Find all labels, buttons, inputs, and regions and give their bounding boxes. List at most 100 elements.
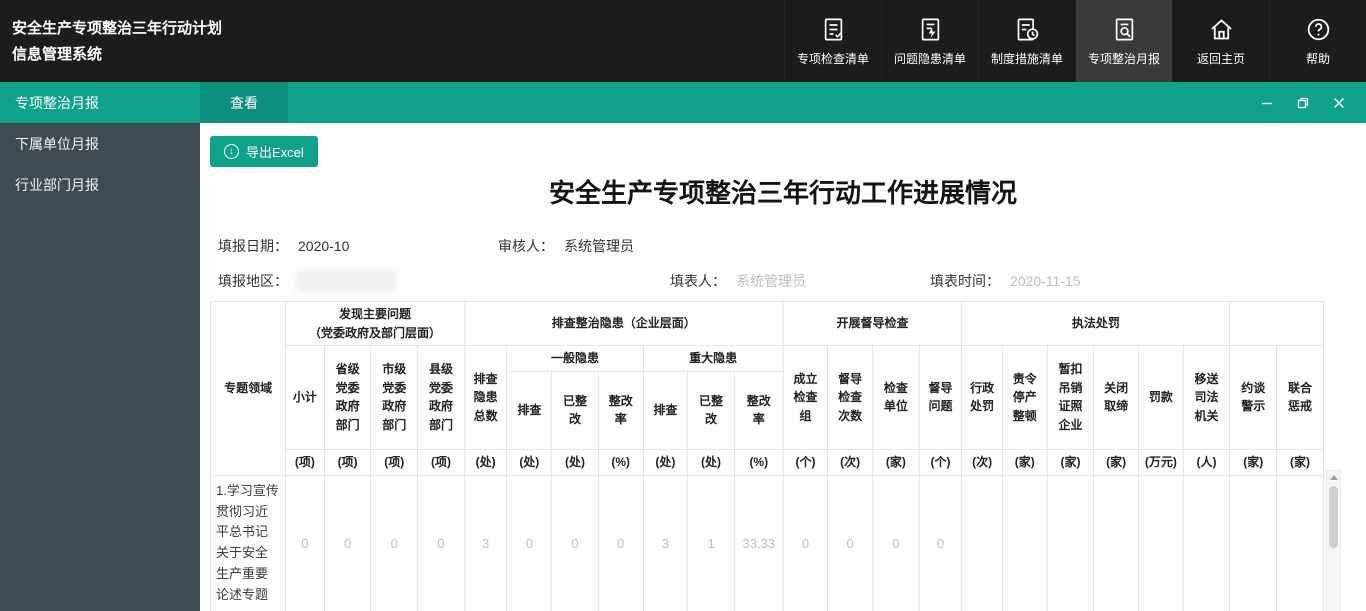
sidebar-item-1[interactable]: 下属单位月报 (0, 123, 200, 164)
column-header: (处) (507, 449, 552, 475)
column-header: 联合 惩戒 (1277, 346, 1324, 450)
export-excel-button[interactable]: ↓ 导出Excel (210, 136, 318, 167)
restore-button[interactable] (1292, 92, 1314, 114)
value-cell: 0 (324, 475, 371, 611)
column-header: 已整 改 (552, 371, 599, 449)
column-header: 发现主要问题 （党委政府及部门层面） (286, 302, 465, 346)
region-value-redacted (298, 273, 393, 289)
column-header: (次) (962, 449, 1003, 475)
column-header: (家) (1230, 449, 1277, 475)
table-header-row: 小计省级 党委 政府 部门市级 党委 政府 部门县级 党委 政府 部门排查 隐患… (211, 346, 1324, 372)
column-header: 排查 (507, 371, 552, 449)
close-button[interactable] (1328, 92, 1350, 114)
fill-time-label: 填表时间： (930, 273, 1000, 289)
filler-field: 填表人：系统管理员 (670, 271, 806, 291)
column-header: 罚款 (1139, 346, 1184, 450)
restore-icon (1296, 96, 1310, 110)
column-header: 排查整治隐患（企业层面） (464, 302, 783, 346)
auditor-field: 审核人：系统管理员 (498, 236, 634, 256)
meta-row-2: 填报地区： 填表人：系统管理员 填表时间： 2020-11-15 (200, 271, 1366, 291)
topic-area-cell: 1.学习宣传贯彻习近平总书记关于安全生产重要论述专题 (211, 475, 286, 611)
column-header: 检查 单位 (873, 346, 920, 450)
column-header: 约谈 警示 (1230, 346, 1277, 450)
scrollbar-thumb[interactable] (1329, 486, 1338, 548)
column-header: 督导 检查 次数 (828, 346, 873, 450)
nav-item-1[interactable]: 问题隐患清单 (881, 0, 978, 82)
table-scrollbar[interactable] (1326, 470, 1341, 611)
value-cell: 3 (643, 475, 688, 611)
sidebar: 专项整治月报下属单位月报行业部门月报 (0, 82, 200, 611)
column-header: 移送 司法 机关 (1183, 346, 1230, 450)
value-cell: 0 (552, 475, 599, 611)
value-cell: 0 (873, 475, 920, 611)
doc-check-icon (820, 16, 847, 43)
value-cell: 0 (828, 475, 873, 611)
value-cell: 33.33 (734, 475, 783, 611)
tab-view[interactable]: 查看 (200, 82, 288, 123)
nav-item-4[interactable]: 返回主页 (1172, 0, 1269, 82)
minimize-icon (1260, 96, 1274, 110)
column-header: (项) (371, 449, 418, 475)
fill-time-value: 2020-11-15 (1010, 273, 1081, 289)
nav-item-label: 专项检查清单 (797, 50, 869, 67)
column-header: 重大隐患 (643, 346, 783, 372)
sidebar-item-2[interactable]: 行业部门月报 (0, 164, 200, 205)
scrollbar-up-arrow[interactable] (1330, 475, 1338, 480)
column-header: (%) (598, 449, 643, 475)
column-header: (家) (1002, 449, 1047, 475)
column-header: (项) (286, 449, 325, 475)
value-cell (1094, 475, 1139, 611)
fill-date-value: 2020-10 (298, 238, 349, 254)
column-header: 排查 (643, 371, 688, 449)
value-cell (1139, 475, 1184, 611)
column-header: 省级 党委 政府 部门 (324, 346, 371, 450)
nav-item-label: 制度措施清单 (991, 50, 1063, 67)
download-icon: ↓ (224, 144, 239, 159)
column-header: 责令 停产 整顿 (1002, 346, 1047, 450)
doc-search-icon (1111, 16, 1138, 43)
home-icon (1208, 16, 1235, 43)
nav-item-5[interactable]: 帮助 (1269, 0, 1366, 82)
value-cell (1230, 475, 1277, 611)
column-header: 关闭 取缔 (1094, 346, 1139, 450)
value-cell: 1 (688, 475, 735, 611)
table-header-row: (项)(项)(项)(项)(处)(处)(处)(%)(处)(处)(%)(个)(次)(… (211, 449, 1324, 475)
header-nav: 专项检查清单问题隐患清单制度措施清单专项整治月报返回主页 帮助 (784, 0, 1366, 82)
close-icon (1332, 96, 1346, 110)
value-cell: 3 (464, 475, 507, 611)
minimize-button[interactable] (1256, 92, 1278, 114)
app-title: 安全生产专项整治三年行动计划 信息管理系统 (0, 0, 222, 82)
nav-item-3[interactable]: 专项整治月报 (1075, 0, 1172, 82)
column-header: (个) (919, 449, 962, 475)
column-header: 市级 党委 政府 部门 (371, 346, 418, 450)
value-cell: 0 (418, 475, 465, 611)
nav-item-0[interactable]: 专项检查清单 (784, 0, 881, 82)
value-cell (962, 475, 1003, 611)
auditor-label: 审核人： (498, 238, 554, 254)
app-title-line2: 信息管理系统 (12, 42, 222, 68)
column-header: 一般隐患 (507, 346, 643, 372)
nav-item-2[interactable]: 制度措施清单 (978, 0, 1075, 82)
value-cell (1047, 475, 1094, 611)
column-header: (处) (464, 449, 507, 475)
column-header: (项) (418, 449, 465, 475)
column-header: 成立 检查 组 (783, 346, 828, 450)
column-header: (家) (1094, 449, 1139, 475)
value-cell: 0 (919, 475, 962, 611)
nav-item-label: 帮助 (1306, 50, 1330, 67)
column-header: (处) (643, 449, 688, 475)
value-cell: 0 (598, 475, 643, 611)
value-cell: 0 (507, 475, 552, 611)
column-header: 执法处罚 (962, 302, 1230, 346)
meta-row-1: 填报日期：2020-10 审核人：系统管理员 (200, 236, 1366, 256)
sidebar-item-0[interactable]: 专项整治月报 (0, 82, 200, 123)
column-header: 县级 党委 政府 部门 (418, 346, 465, 450)
region-field: 填报地区： (218, 271, 393, 291)
nav-item-label: 返回主页 (1197, 50, 1245, 67)
column-header: 开展督导检查 (783, 302, 962, 346)
main-content: ↓ 导出Excel 安全生产专项整治三年行动工作进展情况 填报日期：2020-1… (200, 123, 1366, 611)
column-header: 已整 改 (688, 371, 735, 449)
fill-time-field: 填表时间： 2020-11-15 (930, 271, 1081, 291)
filler-label: 填表人： (670, 273, 726, 289)
help-icon (1305, 16, 1332, 43)
